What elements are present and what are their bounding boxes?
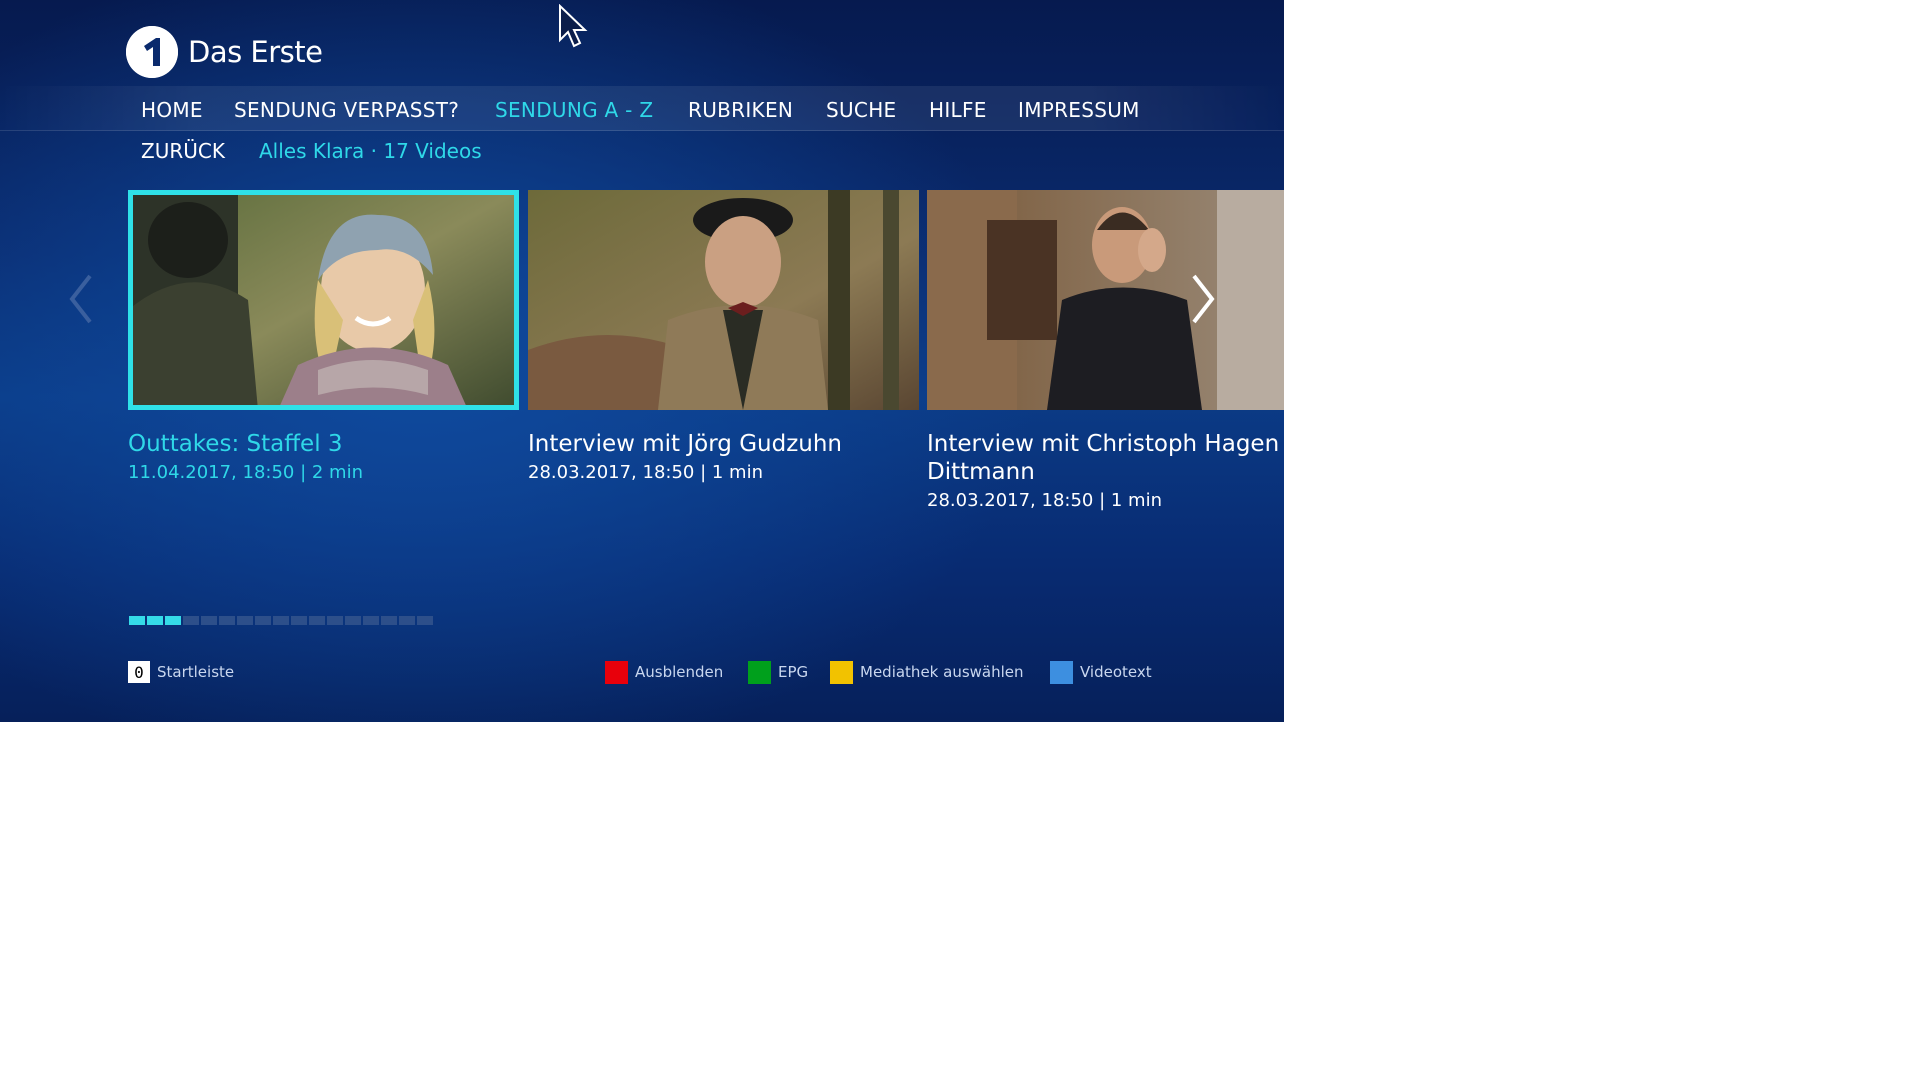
back-button[interactable]: ZURÜCK — [141, 139, 225, 163]
pagination-dot — [129, 616, 145, 625]
nav-sendung-a-z[interactable]: SENDUNG A - Z — [495, 98, 653, 122]
pagination-dot — [327, 616, 343, 625]
blue-button-hint[interactable]: Videotext — [1050, 660, 1152, 684]
key-0-icon: 0 — [128, 661, 150, 683]
startleiste-hint[interactable]: 0 Startleiste — [128, 660, 234, 684]
brand-name: Das Erste — [188, 35, 323, 69]
ausblenden-label: Ausblenden — [635, 663, 724, 681]
red-key-icon — [605, 660, 628, 684]
video-meta: 28.03.2017, 18:50 | 1 min — [927, 490, 1163, 511]
video-thumbnail[interactable] — [927, 190, 1284, 410]
startleiste-label: Startleiste — [157, 663, 235, 681]
chevron-right-icon[interactable] — [1188, 272, 1218, 330]
red-button-hint[interactable]: Ausblenden — [605, 660, 723, 684]
epg-label: EPG — [778, 663, 809, 681]
green-key-icon — [748, 660, 771, 684]
nav-sendung-verpasst[interactable]: SENDUNG VERPASST? — [234, 98, 459, 122]
yellow-key-icon — [830, 660, 853, 684]
video-card[interactable]: Interview mit Christoph Hagen Dittmann 2… — [927, 190, 1284, 511]
video-card[interactable]: Outtakes: Staffel 3 11.04.2017, 18:50 | … — [128, 190, 519, 483]
pagination-dot — [291, 616, 307, 625]
pagination-dot — [309, 616, 325, 625]
nav-hilfe[interactable]: HILFE — [929, 98, 987, 122]
video-title[interactable]: Outtakes: Staffel 3 — [128, 430, 519, 458]
video-meta: 28.03.2017, 18:50 | 1 min — [528, 462, 764, 483]
pagination-dot — [273, 616, 289, 625]
pagination-dot — [147, 616, 163, 625]
video-title[interactable]: Interview mit Jörg Gudzuhn — [528, 430, 919, 458]
pagination-dot — [219, 616, 235, 625]
video-meta: 11.04.2017, 18:50 | 2 min — [128, 462, 364, 483]
das-erste-logo[interactable]: Das Erste — [126, 26, 323, 78]
pagination-dot — [183, 616, 199, 625]
main-nav: HOME SENDUNG VERPASST? SENDUNG A - Z RUB… — [0, 86, 1284, 131]
chevron-left-icon[interactable] — [66, 272, 96, 330]
pagination-dot — [399, 616, 415, 625]
videotext-label: Videotext — [1080, 663, 1152, 681]
pagination-dot — [237, 616, 253, 625]
video-title[interactable]: Interview mit Christoph Hagen Dittmann — [927, 430, 1284, 486]
pagination-dot — [165, 616, 181, 625]
nav-home[interactable]: HOME — [141, 98, 203, 122]
mediathek-label: Mediathek auswählen — [860, 663, 1024, 681]
video-thumbnail[interactable] — [128, 190, 519, 410]
nav-suche[interactable]: SUCHE — [826, 98, 896, 122]
series-title: Alles Klara · 17 Videos — [259, 139, 482, 163]
pagination-dot — [255, 616, 271, 625]
video-thumbnail[interactable] — [528, 190, 919, 410]
ard-one-icon — [126, 26, 178, 78]
pagination-dot — [201, 616, 217, 625]
blue-key-icon — [1050, 660, 1073, 684]
video-card[interactable]: Interview mit Jörg Gudzuhn 28.03.2017, 1… — [528, 190, 919, 483]
yellow-button-hint[interactable]: Mediathek auswählen — [830, 660, 1024, 684]
video-title-line: Interview mit Christoph Hagen — [927, 431, 1280, 457]
mouse-pointer-icon — [558, 3, 588, 52]
mediathek-app: Das Erste HOME SENDUNG VERPASST? SENDUNG… — [0, 0, 1284, 722]
pagination-dot — [417, 616, 433, 625]
pagination-indicator — [129, 616, 433, 625]
pagination-dot — [363, 616, 379, 625]
video-title-line: Dittmann — [927, 459, 1035, 485]
nav-impressum[interactable]: IMPRESSUM — [1018, 98, 1140, 122]
pagination-dot — [381, 616, 397, 625]
pagination-dot — [345, 616, 361, 625]
nav-rubriken[interactable]: RUBRIKEN — [688, 98, 793, 122]
green-button-hint[interactable]: EPG — [748, 660, 808, 684]
